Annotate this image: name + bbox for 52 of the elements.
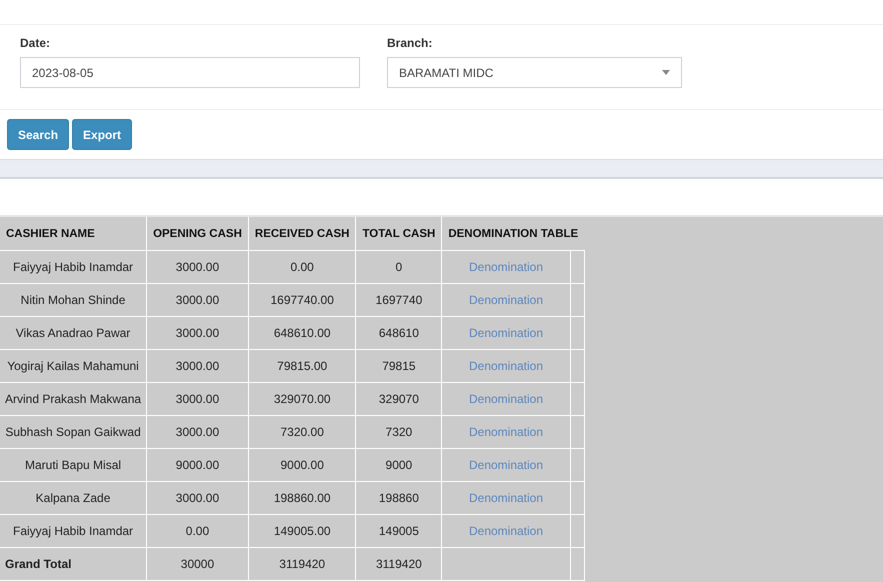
table-cell: 149005.00 [248,514,356,548]
table-cell: 3000.00 [146,382,248,416]
table-cell: 9000.00 [248,448,356,482]
field-label: Date: [20,36,52,50]
table-cell: 3000.00 [146,482,248,514]
table-cell: Subhash Sopan Gaikwad [0,416,147,448]
column-header: DENOMINATION TABLE [442,217,584,250]
table-cell: 198860.00 [248,482,356,514]
table-cell: 79815.00 [248,350,356,382]
table-cell: 648610 [356,316,442,350]
column-header: CASHIER NAME [0,217,147,250]
table-cell: 7320.00 [248,416,356,448]
table-cell: 329070.00 [248,382,356,416]
table-cell: 7320 [356,416,442,448]
table-cell: 1697740.00 [248,284,356,316]
table-cell: 3119420 [248,548,356,580]
table-cell: 79815 [356,350,442,382]
table-cell: 9000 [356,448,442,482]
table-cell: Faiyyaj Habib Inamdar [0,250,147,284]
table-cell: Faiyyaj Habib Inamdar [0,514,147,548]
date-field[interactable]: 2023-08-05 [20,57,360,88]
table-cell: 9000.00 [146,448,248,482]
table-cell: Maruti Bapu Misal [0,448,147,482]
table-cell: 1697740 [356,284,442,316]
table-cell: 329070 [356,382,442,416]
table-cell: 0.00 [146,514,248,548]
action-button[interactable]: Search [7,119,70,150]
table-cell: 3000.00 [146,250,248,284]
table-cell: 30000 [146,548,248,580]
table-cell: Arvind Prakash Makwana [0,382,147,416]
field-label: Branch: [387,36,434,50]
table-cell: 3000.00 [146,316,248,350]
table-cell: 3000.00 [146,284,248,316]
table-cell: 0.00 [248,250,356,284]
column-header: RECEIVED CASH [248,217,356,250]
table-cell: 3000.00 [146,416,248,448]
table-cell: 0 [356,250,442,284]
caret-icon [662,70,670,75]
table-cell: Kalpana Zade [0,482,147,514]
table-cell: Grand Total [0,548,147,580]
branch-dropdown[interactable]: BARAMATI MIDC [387,57,682,88]
column-header: OPENING CASH [146,217,248,250]
table-cell: Vikas Anadrao Pawar [0,316,147,350]
table-cell: 648610.00 [248,316,356,350]
column-header: TOTAL CASH [356,217,442,250]
table-cell: Yogiraj Kailas Mahamuni [0,350,147,382]
table-cell: 3119420 [356,548,442,580]
table-cell: 3000.00 [146,350,248,382]
action-button[interactable]: Export [72,119,132,150]
table-cell: Nitin Mohan Shinde [0,284,147,316]
table-cell: 149005 [356,514,442,548]
table-cell: 198860 [356,482,442,514]
